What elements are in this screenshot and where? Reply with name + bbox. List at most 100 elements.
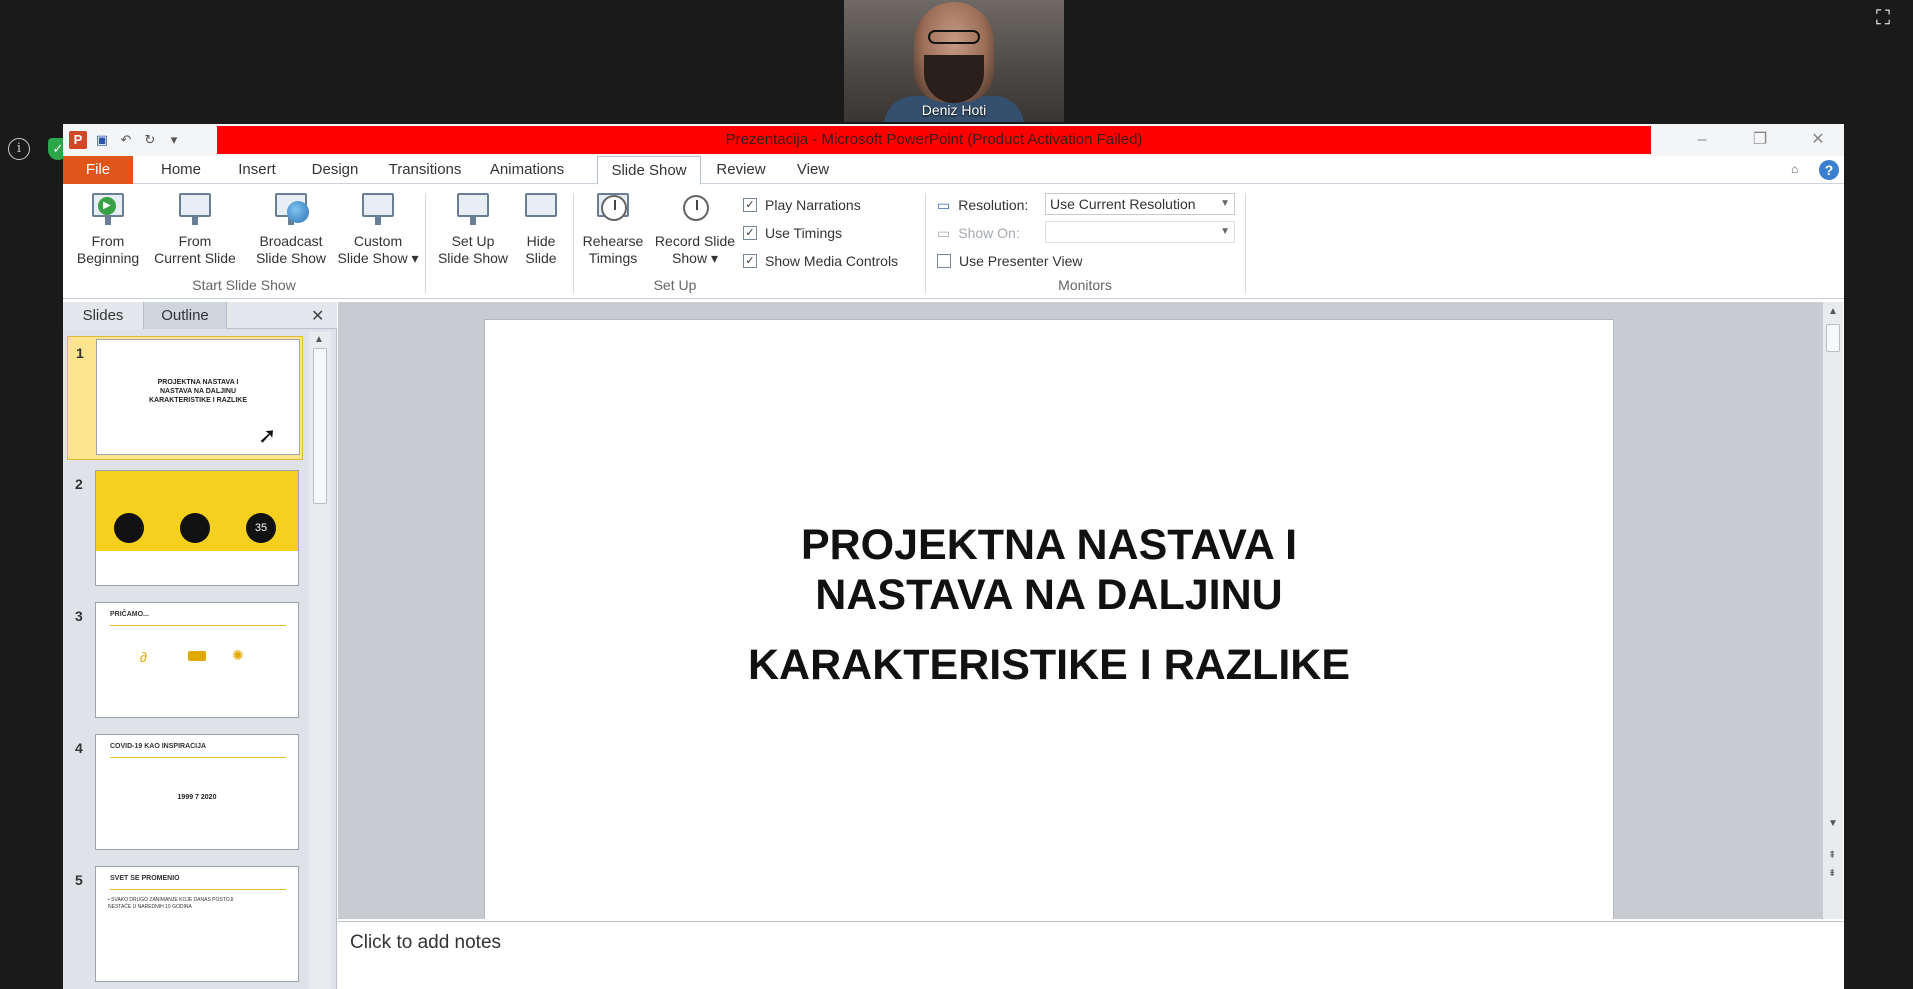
main-scrollbar[interactable]: ▲ ▼ ⇞ ⇟ (1823, 302, 1843, 919)
chevron-down-icon[interactable]: ▾ (165, 131, 183, 149)
slide-preview: 35 (95, 470, 299, 586)
slide-title-line-1: PROJEKTNA NASTAVA I (800, 521, 1298, 569)
slide-number: 2 (75, 476, 83, 492)
participant-video[interactable]: Deniz Hoti (844, 0, 1064, 122)
virus-icon: ✺ (232, 647, 244, 663)
ribbon-tabs: File Home Insert Design Transitions Anim… (63, 156, 1844, 185)
from-current-label-2: Current Slide (154, 250, 236, 266)
fullscreen-icon[interactable]: ⛶ (1876, 8, 1896, 28)
slides-scrollbar[interactable]: ▲ (309, 332, 331, 989)
tab-slide-show[interactable]: Slide Show (597, 156, 701, 185)
help-icon[interactable]: ? (1819, 160, 1839, 180)
hide-slide-button[interactable]: Hide Slide (515, 189, 567, 267)
from-beginning-label-2: Beginning (76, 250, 140, 266)
set-up-slide-show-button[interactable]: Set Up Slide Show (433, 189, 513, 267)
minimize-button[interactable]: – (1673, 124, 1731, 156)
restore-button[interactable]: ❐ (1731, 124, 1789, 156)
play-narrations-label: Play Narrations (765, 197, 861, 213)
monitor-icon: ▭ (937, 224, 951, 241)
checkbox-checked-icon: ✓ (743, 254, 757, 268)
scrollbar-thumb[interactable] (313, 348, 327, 504)
info-icon[interactable]: i (8, 138, 30, 160)
broadcast-globe-icon (271, 189, 311, 229)
from-current-slide-button[interactable]: From Current Slide (147, 189, 243, 267)
record-stopwatch-icon (675, 189, 715, 229)
show-on-dropdown[interactable]: ▼ (1045, 221, 1235, 243)
mini-heading: PRIČAMO... (110, 611, 149, 618)
save-icon[interactable]: ▣ (93, 131, 111, 149)
tab-transitions[interactable]: Transitions (377, 156, 473, 184)
checkbox-checked-icon: ✓ (743, 198, 757, 212)
broadcast-slide-show-button[interactable]: Broadcast Slide Show (249, 189, 333, 267)
scroll-down-icon[interactable]: ▼ (1828, 818, 1838, 829)
group-label-start-slide-show: Start Slide Show (192, 277, 296, 293)
ribbon-minimize-icon[interactable]: ⌂ (1791, 162, 1805, 176)
window-controls: – ❐ ✕ (1673, 124, 1844, 156)
divider (110, 757, 286, 758)
hand-icon: ∂ (140, 649, 147, 665)
mouse-cursor-icon: ➚ (258, 423, 277, 448)
broadcast-label-1: Broadcast (259, 233, 323, 249)
use-presenter-view-checkbox[interactable]: Use Presenter View (937, 251, 1082, 271)
pane-tabs: Slides Outline ✕ (63, 302, 337, 329)
rehearse-label-2: Timings (588, 250, 638, 266)
resolution-dropdown[interactable]: Use Current Resolution ▼ (1045, 193, 1235, 215)
tab-view[interactable]: View (781, 156, 845, 184)
notes-area[interactable]: Click to add notes (338, 921, 1843, 989)
show-media-controls-label: Show Media Controls (765, 253, 899, 269)
previous-slide-icon[interactable]: ⇞ (1828, 850, 1836, 861)
tab-outline[interactable]: Outline (143, 302, 227, 329)
tab-animations[interactable]: Animations (477, 156, 577, 184)
from-beginning-label-1: From (91, 233, 125, 249)
powerpoint-window: P ▣ ↶ ↻ ▾ Prezentacija - Microsoft Power… (63, 124, 1844, 989)
circle-logo (114, 513, 144, 543)
custom-slide-show-button[interactable]: Custom Slide Show ▾ (335, 189, 421, 267)
slide-thumbnail-1[interactable]: 1 PROJEKTNA NASTAVA I NASTAVA NA DALJINU… (67, 336, 303, 460)
tab-insert[interactable]: Insert (221, 156, 293, 184)
presentation-current-icon (175, 189, 215, 229)
custom-label-2: Slide Show ▾ (337, 250, 419, 266)
ticket-icon (188, 651, 206, 661)
slide-thumbnail-3[interactable]: 3 PRIČAMO... ∂ ✺ (67, 600, 303, 724)
scrollbar-thumb[interactable] (1826, 324, 1840, 352)
tab-slides[interactable]: Slides (63, 302, 143, 329)
resolution-label: Resolution: (958, 197, 1029, 213)
setup-show-icon (453, 189, 493, 229)
from-beginning-button[interactable]: ▶ From Beginning (69, 189, 147, 267)
record-label-1: Record Slide (654, 233, 736, 249)
use-timings-checkbox[interactable]: ✓ Use Timings (743, 223, 842, 243)
circle-logo (180, 513, 210, 543)
play-narrations-checkbox[interactable]: ✓ Play Narrations (743, 195, 861, 215)
scroll-up-icon[interactable]: ▲ (1828, 306, 1838, 317)
rehearse-timings-button[interactable]: Rehearse Timings (577, 189, 649, 267)
redo-icon[interactable]: ↻ (141, 131, 159, 149)
slide-subtitle[interactable]: KARAKTERISTIKE I RAZLIKE (485, 640, 1613, 690)
mini-title-line: PROJEKTNA NASTAVA I (157, 379, 239, 386)
scroll-up-icon[interactable]: ▲ (314, 334, 324, 345)
close-icon[interactable]: ✕ (311, 306, 324, 326)
window-title: Prezentacija - Microsoft PowerPoint (Pro… (217, 126, 1651, 154)
tab-home[interactable]: Home (145, 156, 217, 184)
chevron-down-icon: ▼ (1220, 198, 1230, 209)
slide-thumbnail-5[interactable]: 5 SVET SE PROMENIO • SVAKO DRUGO ZANIMAN… (67, 864, 303, 988)
ribbon: ▶ From Beginning From Current Slide Broa… (63, 185, 1844, 299)
next-slide-icon[interactable]: ⇟ (1828, 868, 1836, 879)
notes-placeholder[interactable]: Click to add notes (350, 932, 501, 954)
presentation-play-icon: ▶ (88, 189, 128, 229)
group-label-set-up: Set Up (653, 277, 697, 293)
tab-review[interactable]: Review (705, 156, 777, 184)
slide-canvas[interactable]: PROJEKTNA NASTAVA I NASTAVA NA DALJINU K… (484, 319, 1614, 919)
slide-title[interactable]: PROJEKTNA NASTAVA I NASTAVA NA DALJINU (485, 520, 1613, 620)
undo-icon[interactable]: ↶ (117, 131, 135, 149)
resolution-value: Use Current Resolution (1050, 196, 1196, 212)
tab-file[interactable]: File (63, 156, 133, 184)
record-slide-show-button[interactable]: Record Slide Show ▾ (651, 189, 739, 267)
show-media-controls-checkbox[interactable]: ✓ Show Media Controls (743, 251, 898, 271)
tab-design[interactable]: Design (297, 156, 373, 184)
powerpoint-logo-icon[interactable]: P (69, 131, 87, 149)
hide-slide-icon (521, 189, 561, 229)
slide-number: 4 (75, 740, 83, 756)
slide-thumbnail-4[interactable]: 4 COVID-19 KAO INSPIRACIJA 1999 7 2020 (67, 732, 303, 856)
slide-thumbnail-2[interactable]: 2 35 (67, 468, 303, 592)
close-button[interactable]: ✕ (1789, 124, 1844, 156)
